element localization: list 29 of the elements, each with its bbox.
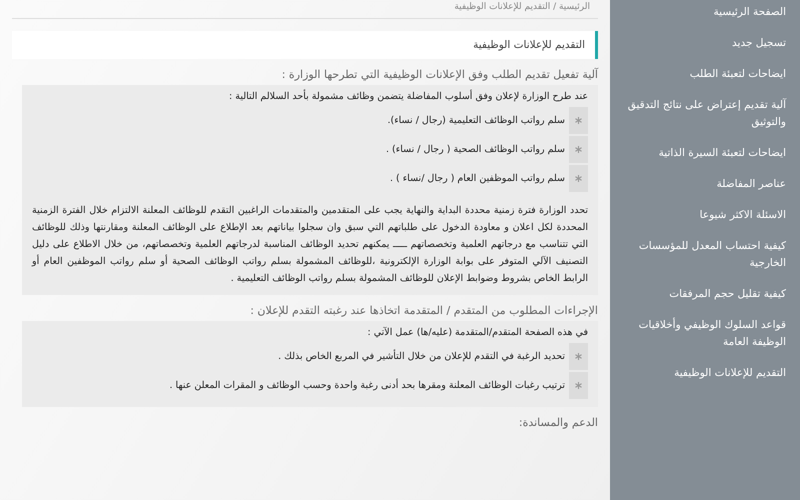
sidebar-link[interactable]: كيفية احتساب المعدل للمؤسسات الخارجية <box>618 238 786 272</box>
list-item: سلم رواتب الوظائف التعليمية (رجال / نساء). <box>387 115 565 126</box>
asterisk-icon <box>575 353 582 360</box>
sidebar-link[interactable]: عناصر المفاضلة <box>618 176 786 193</box>
sidebar-link[interactable]: آلية تقديم إعتراض على نتائج التدقيق والتوثيق <box>618 97 786 131</box>
intro-text: في هذه الصفحة المتقدم/المتقدمة (عليه/ها) عمل الآتي : <box>366 327 588 338</box>
asterisk-icon <box>575 175 582 182</box>
list-item: سلم رواتب الوظائف الصحية ( رجال / نساء) . <box>386 144 565 155</box>
section-heading: آلية تفعيل تقديم الطلب وفق الإعلانات الوظيفية التي تطرحها الوزارة : <box>280 68 598 81</box>
list-item: تحديد الرغبة في التقدم للإعلان من خلال التأشير في المربع الخاص بذلك . <box>278 351 565 362</box>
asterisk-icon <box>575 117 582 124</box>
intro-text: عند طرح الوزارة لإعلان وفق أسلوب المفاضلة يتضمن وظائف مشمولة بأحد السلالم التالية : <box>228 91 588 102</box>
asterisk-icon <box>575 382 582 389</box>
asterisk-icon <box>575 146 582 153</box>
breadcrumb: الرئيسية / التقديم للإعلانات الوظيفية <box>12 0 598 19</box>
page-title: التقديم للإعلانات الوظيفية <box>12 31 598 59</box>
sidebar-link[interactable]: ايضاحات لتعبئة الطلب <box>618 66 786 83</box>
sidebar-link[interactable]: التقديم للإعلانات الوظيفية <box>618 365 786 382</box>
section-heading: الدعم والمساندة: <box>518 416 598 429</box>
sidebar-link[interactable]: ايضاحات لتعبئة السيرة الذاتية <box>618 145 786 162</box>
sidebar-link[interactable]: الصفحة الرئيسية <box>618 4 786 21</box>
sidebar-link[interactable]: كيفية تقليل حجم المرفقات <box>618 286 786 303</box>
list-item: سلم رواتب الموظفين العام ( رجال /نساء ) . <box>390 173 565 184</box>
sidebar-link[interactable]: الاسئلة الاكثر شيوعا <box>618 207 786 224</box>
sidebar-link[interactable]: تسجيل جديد <box>618 35 786 52</box>
body-paragraph: تحدد الوزارة فترة زمنية محددة البداية والنهاية يجب على المتقدمين والمتقدمات الراغبين التقدم للوظائف المعلنة الالتزام خلال الفترة الزمنية المحددة لكل اعلان و معاودة الدخول على طلباتهم التي سبق وان سجلوا بياناتهم بعد الإطلاع على الوظائف المعلنة ومقارنتها وذلك للوظائف التي تتناسب مع درجاتهم العلمية وتخصصاتهم ـــــ يمكنهم تحديد الوظائف المناسبة لدرجاتهم العلمية وتخصصاتهم، من خلال الاطلاع على دليل التصنيف الآلي المتوفر على بوابة الوزارة الإلكترونية ،للوظائف المشمولة بسلم رواتب الوظائف الصحية أو سلم رواتب الموظفين العام أو الرابط الخاص بشروط وضوابط الإعلان للوظائف المشمولة بسلم رواتب الوظائف التعليمية . <box>32 204 588 286</box>
list-item: ترتيب رغبات الوظائف المعلنة ومقرها بحد أدنى رغبة واحدة وحسب الوظائف و المقرات المعلن عنها . <box>170 380 565 391</box>
sidebar-link[interactable]: قواعد السلوك الوظيفي وأخلاقيات الوظيفة العامة <box>618 317 786 351</box>
section-heading: الإجراءات المطلوب من المتقدم / المتقدمة اتخاذها عند رغبته التقدم للإعلان : <box>249 304 598 317</box>
